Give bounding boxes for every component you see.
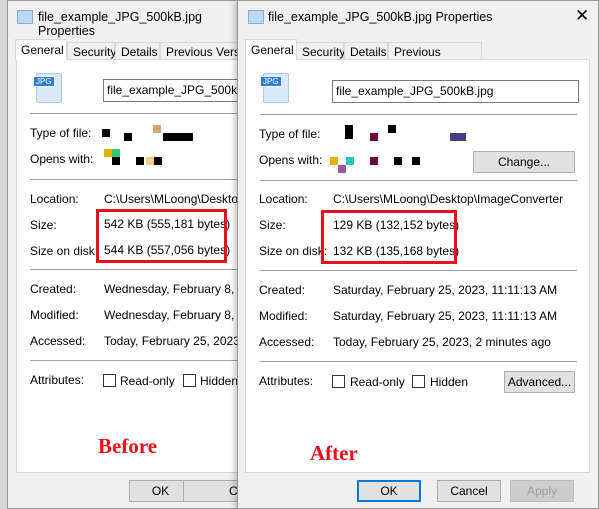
- created-value: Wednesday, February 8, 2023: [104, 282, 246, 296]
- change-button[interactable]: Change...: [473, 151, 575, 173]
- accessed-label: Accessed:: [30, 334, 86, 348]
- tab-details[interactable]: Details: [115, 42, 160, 60]
- readonly-label: Read-only: [120, 374, 175, 388]
- created-value: Saturday, February 25, 2023, 11:11:13 AM: [333, 283, 558, 297]
- tab-security[interactable]: Security: [67, 42, 116, 60]
- before-annotation: Before: [98, 434, 158, 458]
- cancel-button[interactable]: Cancel: [437, 480, 501, 502]
- size-label: Size:: [259, 218, 286, 232]
- tab-general[interactable]: General: [15, 39, 67, 60]
- tab-security[interactable]: Security: [296, 42, 345, 60]
- readonly-checkbox[interactable]: [103, 374, 116, 387]
- size-label: Size:: [30, 218, 57, 232]
- readonly-checkbox[interactable]: [332, 375, 345, 388]
- tab-previous-versions[interactable]: Previous Versio: [160, 42, 246, 60]
- apply-button[interactable]: Apply: [510, 480, 574, 502]
- jpg-file-icon: JPG: [33, 73, 62, 103]
- jpg-file-icon: [17, 10, 33, 24]
- filename-input[interactable]: file_example_JPG_500kB.jpg: [103, 79, 246, 102]
- size-on-disk-label: Size on disk:: [30, 244, 99, 258]
- hidden-checkbox[interactable]: [412, 375, 425, 388]
- accessed-label: Accessed:: [259, 335, 315, 349]
- advanced-button[interactable]: Advanced...: [504, 371, 575, 393]
- type-label: Type of file:: [30, 126, 92, 140]
- size-highlight-box: [96, 209, 227, 263]
- location-label: Location:: [30, 192, 79, 206]
- tab-previous-versions[interactable]: Previous Versions: [388, 42, 482, 73]
- location-value: C:\Users\MLoong\Desktop\ImageConverter: [333, 192, 564, 206]
- modified-label: Modified:: [30, 308, 79, 322]
- opens-label: Opens with:: [30, 152, 94, 166]
- general-panel: [245, 59, 590, 473]
- accessed-value: Today, February 25, 2023, 3: [104, 334, 247, 348]
- accessed-value: Today, February 25, 2023, 2 minutes ago: [333, 335, 551, 349]
- attributes-label: Attributes:: [30, 373, 85, 387]
- after-annotation: After: [310, 441, 358, 465]
- type-label: Type of file:: [259, 127, 321, 141]
- jpg-file-icon: JPG: [260, 73, 289, 103]
- attributes-label: Attributes:: [259, 374, 314, 388]
- modified-value: Wednesday, February 8, 2023: [104, 308, 246, 322]
- jpg-file-icon: [248, 10, 264, 24]
- location-value: C:\Users\MLoong\Desktop\: [104, 192, 247, 206]
- hidden-label: Hidden: [430, 375, 469, 389]
- tab-general[interactable]: General: [245, 39, 297, 60]
- readonly-label: Read-only: [350, 375, 405, 389]
- created-label: Created:: [30, 282, 77, 296]
- tab-details[interactable]: Details: [344, 42, 388, 60]
- opens-label: Opens with:: [259, 153, 323, 167]
- ok-button[interactable]: OK: [357, 480, 421, 502]
- dialog-title: file_example_JPG_500kB.jpg Properties: [38, 10, 202, 38]
- modified-label: Modified:: [259, 309, 308, 323]
- dialog-title: file_example_JPG_500kB.jpg Properties: [268, 10, 493, 24]
- hidden-checkbox[interactable]: [183, 374, 196, 387]
- size-on-disk-label: Size on disk:: [259, 244, 328, 258]
- hidden-label: Hidden: [200, 374, 239, 388]
- modified-value: Saturday, February 25, 2023, 11:11:13 AM: [333, 309, 558, 323]
- location-label: Location:: [259, 192, 308, 206]
- filename-input[interactable]: file_example_JPG_500kB.jpg: [332, 80, 579, 103]
- size-highlight-box: [321, 210, 457, 264]
- close-icon[interactable]: ✕: [575, 6, 589, 26]
- general-panel: [16, 59, 246, 473]
- created-label: Created:: [259, 283, 306, 297]
